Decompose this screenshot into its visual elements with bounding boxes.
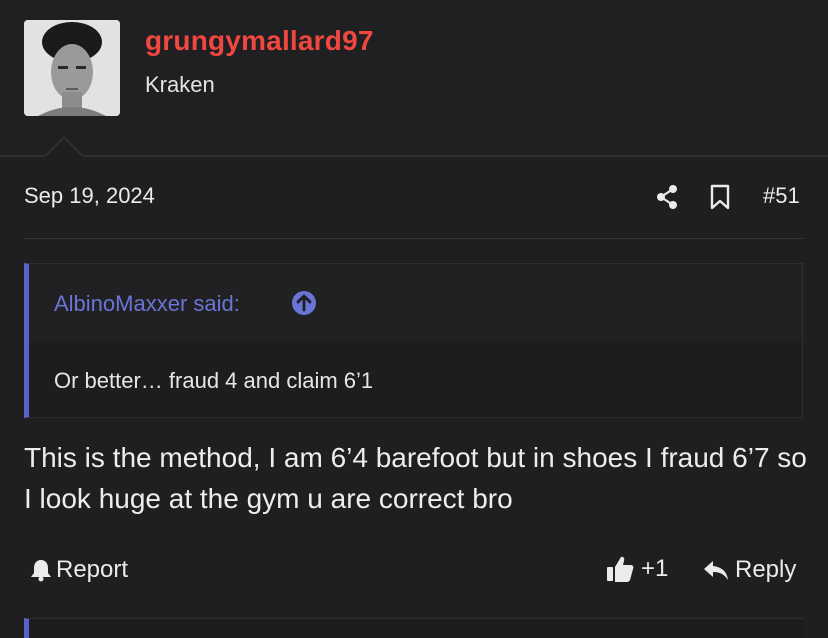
bell-icon — [31, 560, 51, 582]
like-button[interactable]: +1 — [605, 553, 668, 585]
thumbs-up-icon — [607, 556, 634, 582]
report-button[interactable]: Report — [30, 555, 128, 585]
post-message: This is the method, I am 6’4 barefoot bu… — [24, 442, 807, 514]
quote-author-link[interactable]: AlbinoMaxxer said: — [54, 291, 240, 317]
quote-block: AlbinoMaxxer said: Or better… fraud 4 an… — [24, 263, 803, 418]
arrow-up-circle-icon[interactable] — [291, 290, 317, 316]
user-title: Kraken — [145, 72, 215, 97]
avatar[interactable] — [24, 20, 120, 116]
reply-arrow-icon — [704, 561, 728, 580]
report-label: Report — [56, 556, 129, 583]
next-quote-block-edge — [24, 618, 803, 638]
reply-label: Reply — [735, 556, 797, 583]
bookmark-icon[interactable] — [709, 184, 731, 210]
reply-button[interactable]: Reply — [703, 555, 796, 585]
quote-header: AlbinoMaxxer said: — [29, 264, 802, 341]
header-divider — [0, 155, 828, 157]
post-date[interactable]: Sep 19, 2024 — [24, 183, 155, 209]
post-divider — [24, 238, 804, 239]
quote-text: Or better… fraud 4 and claim 6’1 — [54, 368, 374, 393]
like-count: +1 — [641, 555, 669, 582]
username-link[interactable]: grungymallard97 — [145, 25, 374, 57]
share-icon[interactable] — [655, 184, 679, 210]
post-number-link[interactable]: #51 — [763, 183, 800, 209]
post-author-header: grungymallard97 Kraken — [0, 0, 828, 155]
